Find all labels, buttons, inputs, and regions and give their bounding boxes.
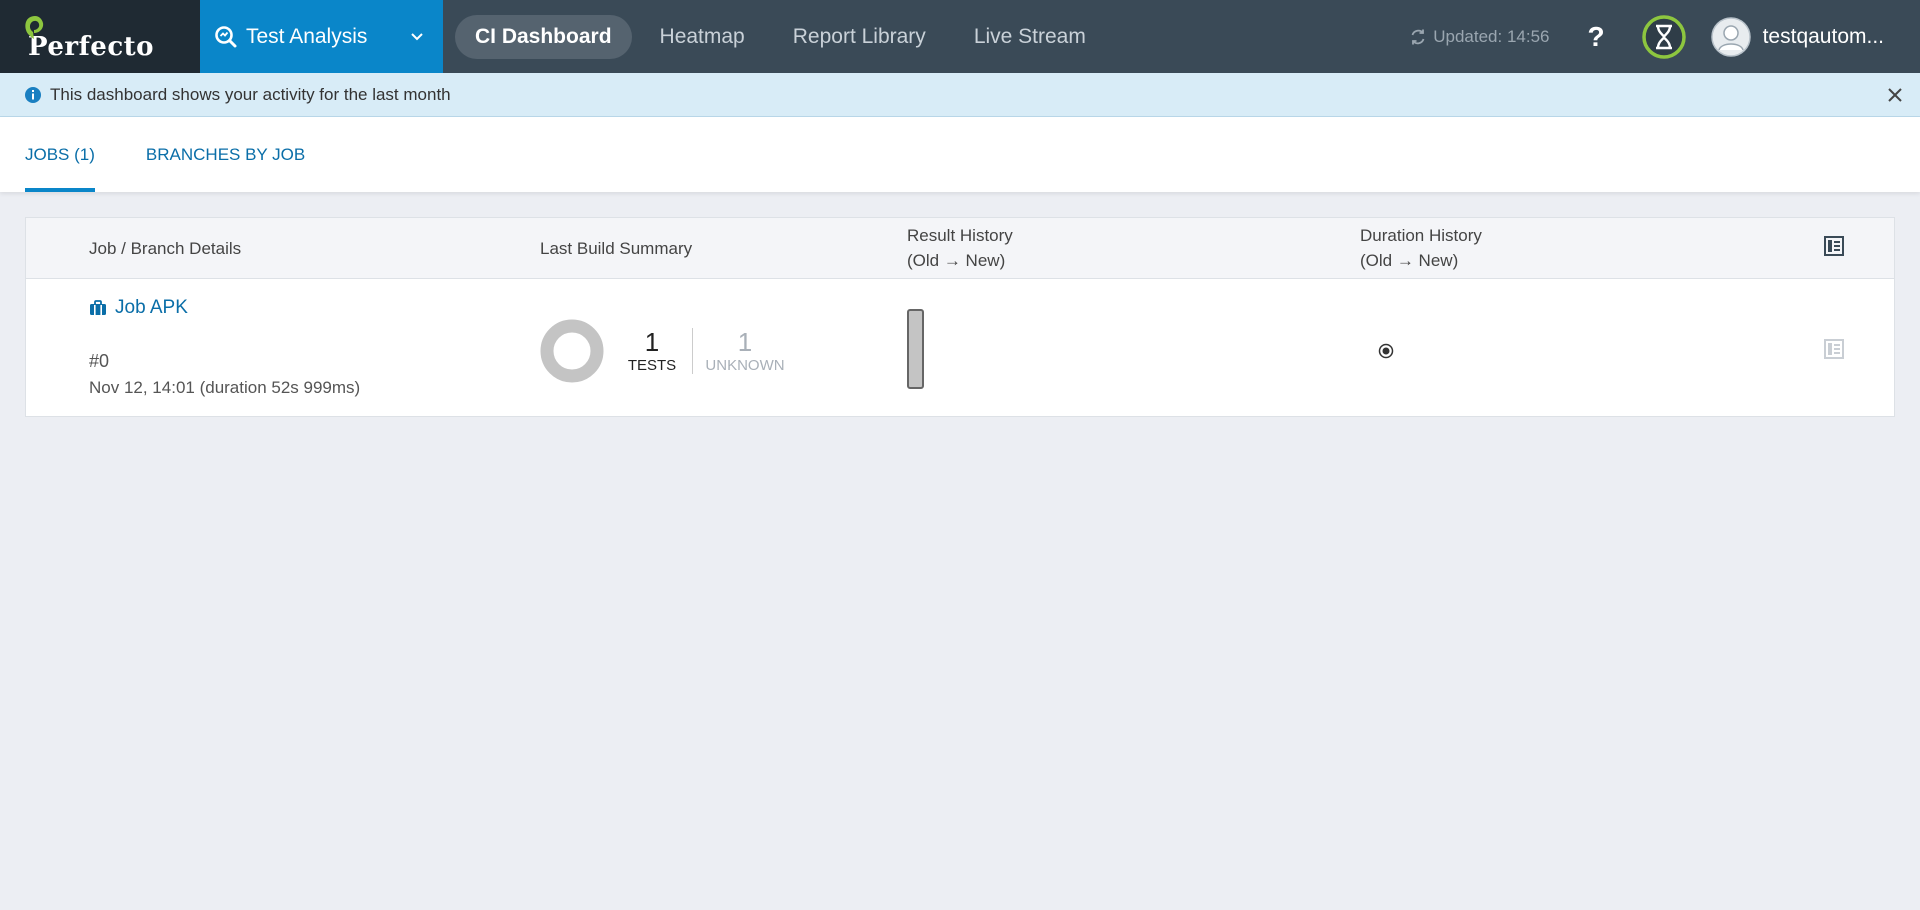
job-link[interactable]: Job APK	[89, 297, 188, 319]
header-result-history-title: Result History	[907, 226, 1013, 245]
header-duration-history-title: Duration History	[1360, 226, 1482, 245]
product-switcher[interactable]: Test Analysis	[200, 0, 443, 73]
build-number: #0	[89, 351, 110, 371]
build-date-duration: Nov 12, 14:01 (duration 52s 999ms)	[89, 378, 361, 397]
product-label: Test Analysis	[246, 24, 368, 48]
header-right-area: Updated: 14:56 ? testqautom...	[1409, 0, 1920, 73]
jobs-table: Job / Branch Details Last Build Summary …	[25, 217, 1895, 417]
tests-count: 1	[644, 327, 660, 357]
tab-jobs[interactable]: JOBS (1)	[25, 117, 95, 192]
header-job-details: Job / Branch Details	[89, 239, 242, 258]
perfecto-logo[interactable]: Perfecto	[0, 0, 200, 73]
banner-text: This dashboard shows your activity for t…	[50, 84, 451, 104]
unknown-count: 1	[737, 327, 753, 357]
info-banner: This dashboard shows your activity for t…	[0, 73, 1920, 117]
username[interactable]: testqautom...	[1763, 25, 1884, 49]
header-last-build-summary: Last Build Summary	[540, 239, 693, 258]
tests-stat: 1 TESTS	[624, 327, 680, 375]
result-history-bar[interactable]	[907, 309, 924, 389]
help-icon[interactable]: ?	[1587, 21, 1604, 53]
tests-label: TESTS	[627, 357, 677, 374]
briefcase-icon	[90, 300, 106, 315]
tab-live-stream[interactable]: Live Stream	[954, 15, 1106, 59]
refresh-icon	[1411, 29, 1425, 44]
duration-history-point[interactable]	[1378, 343, 1394, 359]
tab-branches-by-job[interactable]: BRANCHES BY JOB	[146, 117, 305, 192]
close-icon[interactable]	[1886, 86, 1904, 104]
updated-text: Updated: 14:56	[1433, 26, 1550, 46]
column-settings-icon[interactable]	[1824, 236, 1844, 256]
view-subtabs: JOBS (1) BRANCHES BY JOB	[0, 117, 1920, 192]
job-name: Job APK	[115, 297, 188, 318]
perfecto-leaf-icon	[25, 16, 44, 39]
last-build-summary[interactable]: 1 TESTS 1 UNKNOWN	[540, 319, 785, 383]
unknown-stat: 1 UNKNOWN	[705, 327, 785, 375]
tab-ci-dashboard[interactable]: CI Dashboard	[455, 14, 632, 59]
header-result-history-subtitle: (Old → New)	[907, 251, 1006, 270]
tab-heatmap[interactable]: Heatmap	[640, 15, 765, 59]
tab-report-library[interactable]: Report Library	[773, 15, 946, 59]
table-header: Job / Branch Details Last Build Summary …	[26, 218, 1894, 279]
last-updated[interactable]: Updated: 14:56	[1409, 27, 1549, 47]
user-avatar-icon[interactable]	[1710, 16, 1751, 57]
chevron-down-icon	[411, 32, 423, 40]
row-details-icon[interactable]	[1824, 339, 1844, 359]
main-nav-tabs: CI Dashboard Heatmap Report Library Live…	[455, 0, 1114, 73]
header-duration-history: Duration History (Old → New)	[1360, 223, 1482, 273]
top-navigation-bar: Perfecto Test Analysis CI Dashboard Heat…	[0, 0, 1920, 73]
test-status-donut	[540, 319, 604, 383]
header-duration-history-subtitle: (Old → New)	[1360, 251, 1459, 270]
hourglass-timer-icon[interactable]	[1641, 14, 1687, 60]
header-result-history: Result History (Old → New)	[907, 223, 1013, 273]
info-icon	[25, 86, 41, 103]
analysis-search-icon	[215, 25, 237, 47]
unknown-label: UNKNOWN	[705, 357, 785, 374]
stat-divider	[692, 328, 693, 374]
table-row[interactable]: Job APK #0 Nov 12, 14:01 (duration 52s 9…	[26, 279, 1894, 417]
